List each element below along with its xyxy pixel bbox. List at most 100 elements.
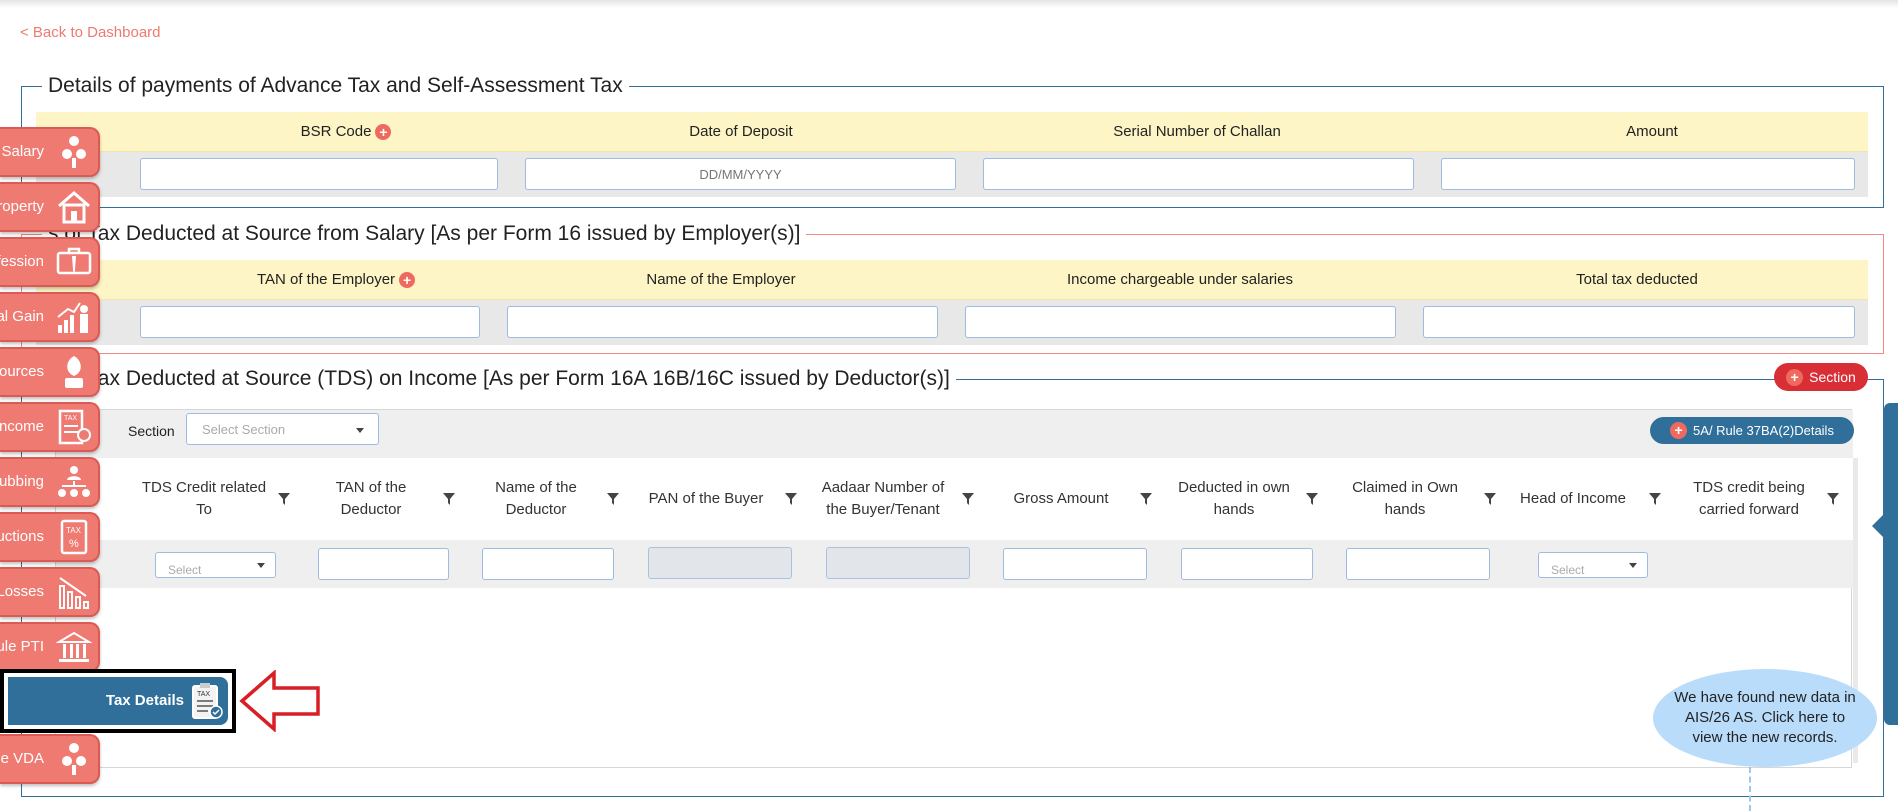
filter-icon[interactable] [1139,492,1153,506]
svg-text:TAX: TAX [197,691,210,698]
column-header-income-chargeable: Income chargeable under salaries [1067,271,1293,288]
tds-income-table: TDS Credit related To TAN of the Deducto… [55,409,1853,768]
pointer-arrow-icon [239,670,320,732]
filter-icon[interactable] [277,492,291,506]
claimed-own-hands-input[interactable] [1346,548,1490,580]
filter-icon[interactable] [1483,492,1497,506]
tax-percent-icon: TAX% [60,519,88,555]
column-header-gross-amount: Gross Amount [1013,490,1109,507]
column-header-bsr-code: BSR Code + [136,112,556,152]
sidebar-item-label: Sources [0,363,44,380]
losses-icon [59,577,89,609]
add-section-button[interactable]: + Section [1774,363,1868,391]
column-header-tan-employer: TAN of the Employer + [136,260,536,300]
tds-salary-title: s of Tax Deducted at Source from Salary … [48,222,801,245]
sidebar-item-exempt-income[interactable]: ncome TAX [0,402,100,452]
gross-amount-input[interactable] [1003,548,1147,580]
advance-tax-header: BSR Code + Date of Deposit Serial Number … [36,112,1868,152]
plant-icon [65,356,83,388]
tds-salary-header: TAN of the Employer + Name of the Employe… [36,260,1868,300]
salary-icon [62,136,86,168]
tax-clipboard-icon: TAX [192,683,223,719]
sidebar-item-capital-gain[interactable]: al Gain [0,292,100,342]
filter-icon[interactable] [1648,492,1662,506]
right-panel-notch [1872,514,1884,538]
filter-icon[interactable] [1826,492,1840,506]
sidebar-item-label: Salary [1,143,44,160]
tds-credit-select[interactable]: Select [155,552,276,578]
date-of-deposit-input[interactable] [525,158,956,190]
sidebar-item-other-sources[interactable]: Sources [0,347,100,397]
svg-text:%: % [69,538,79,550]
sidebar-item-label: roperty [0,198,44,215]
sidebar-item-salary[interactable]: Salary [0,127,100,177]
name-deductor-input[interactable] [482,548,614,580]
amount-input[interactable] [1441,158,1855,190]
section-select[interactable]: Select Section [186,413,379,445]
tax-document-icon: TAX [58,409,91,445]
right-side-panel-tab[interactable] [1884,403,1898,725]
tds-table-header: TDS Credit related To TAN of the Deducto… [56,458,1853,540]
new-data-notification[interactable]: We have found new data in AIS/26 AS. Cli… [1653,669,1877,767]
add-employer-icon[interactable]: + [399,272,416,289]
sidebar-item-house-property[interactable]: roperty [0,182,100,232]
advance-tax-title: Details of payments of Advance Tax and S… [48,74,623,97]
svg-text:TAX: TAX [66,526,82,535]
sidebar-item-label: fession [0,253,44,270]
house-icon [58,191,90,224]
total-tax-input[interactable] [1423,306,1855,338]
tds-table-row: Select Select [56,540,1853,588]
sidebar-item-label: al Gain [0,308,44,325]
sidebar-item-label: Tax Details [105,692,184,709]
sidebar-item-label: ule PTI [0,638,44,655]
notification-connector [1749,767,1751,811]
serial-number-input[interactable] [983,158,1414,190]
bsr-code-input[interactable] [140,158,498,190]
column-header-amount: Amount [1626,123,1678,140]
aadhaar-buyer-input [826,547,970,579]
chevron-down-icon [356,428,364,433]
tan-deductor-input[interactable] [318,548,449,580]
top-shadow [0,0,1898,8]
sidebar-item-schedule-vda[interactable]: ule VDA [0,734,100,784]
sidebar-item-tax-details[interactable]: Tax Details TAX [8,677,228,725]
sidebar-item-label: uctions [0,528,44,545]
name-employer-input[interactable] [507,306,938,338]
rule-37ba-details-button[interactable]: +5A/ Rule 37BA(2)Details [1650,417,1854,444]
filter-icon[interactable] [442,492,456,506]
column-header-deducted-own-hands: Deducted in own hands [1178,479,1290,518]
sidebar-item-clubbing[interactable]: ubbing [0,457,100,507]
briefcase-icon [56,247,92,275]
filter-icon[interactable] [961,492,975,506]
filter-icon[interactable] [606,492,620,506]
sidebar-item-schedule-pti[interactable]: ule PTI [0,622,100,672]
chevron-down-icon [257,563,265,568]
active-sidebar-highlight: Tax Details TAX [0,669,236,733]
svg-text:TAX: TAX [64,415,77,422]
sidebar-item-losses[interactable]: Losses [0,567,100,617]
back-to-dashboard-link[interactable]: < Back to Dashboard [20,24,161,41]
column-header-total-tax: Total tax deducted [1576,271,1698,288]
sidebar-item-deductions[interactable]: uctions TAX% [0,512,100,562]
filter-icon[interactable] [784,492,798,506]
column-header-date-of-deposit: Date of Deposit [689,123,793,140]
column-header-head-of-income: Head of Income [1520,490,1626,507]
column-header-tds-credit: TDS Credit related To [141,479,267,518]
column-header-pan-buyer: PAN of the Buyer [648,490,764,507]
income-chargeable-input[interactable] [965,306,1396,338]
sidebar-item-label: Losses [0,583,44,600]
sidebar-item-label: ule VDA [0,750,44,767]
add-bsr-icon[interactable]: + [375,124,392,141]
sidebar-item-profession[interactable]: fession [0,237,100,287]
column-header-tan-deductor: TAN of the Deductor [335,479,407,518]
tan-employer-input[interactable] [140,306,480,338]
vda-icon [62,743,86,775]
head-of-income-select[interactable]: Select [1538,552,1648,578]
filter-icon[interactable] [1305,492,1319,506]
tds-income-title: s of Tax Deducted at Source (TDS) on Inc… [48,367,950,390]
section-filter-label: Section [128,423,175,439]
clubbing-icon [58,466,90,497]
deducted-own-hands-input[interactable] [1181,548,1313,580]
bank-icon [56,631,92,662]
column-header-claimed-own-hands: Claimed in Own hands [1352,479,1458,518]
